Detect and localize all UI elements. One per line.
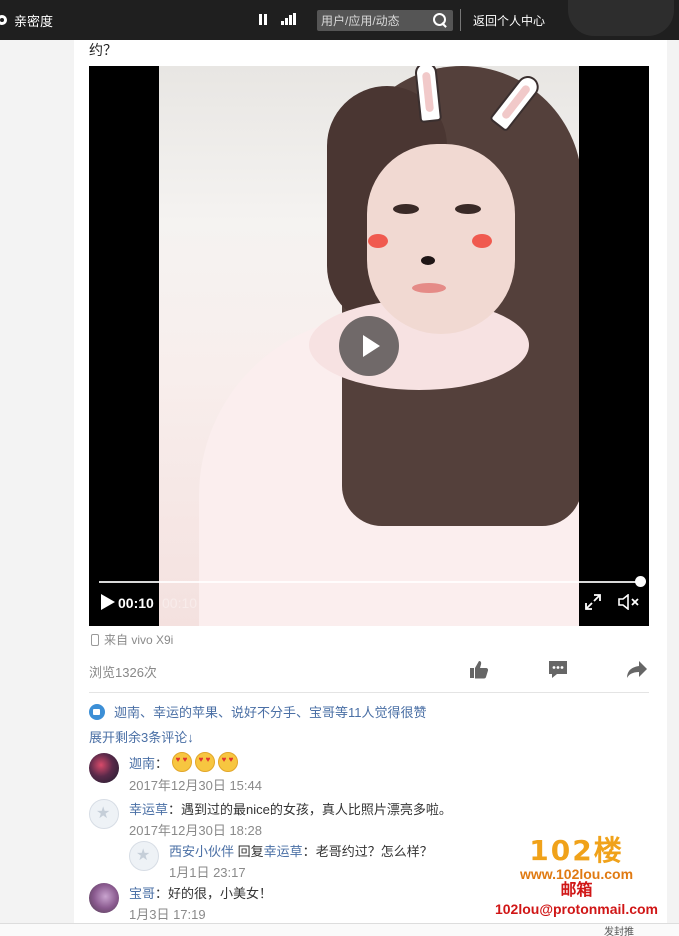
top-navigation-bar: 亲密度 返回个人中心 [0,0,679,40]
likes-text[interactable]: 迦南、幸运的苹果、说好不分手、宝哥等11人觉得很赞 [114,702,427,721]
location-pin-icon [0,14,9,27]
avatar[interactable] [89,883,119,913]
topbar-divider [460,9,461,31]
signal-bars-icon[interactable] [281,13,297,25]
user-avatar-area[interactable] [568,0,674,36]
comment-time: 1月3日 17:19 [129,907,206,922]
post-card: 约？ 00:10 00:10 来自 vivo X9i 浏览1326次 迦南、幸运… [74,40,667,936]
watermark-logo: 102楼 [529,834,624,867]
avatar[interactable] [129,841,159,871]
commenter-name[interactable]: 幸运草 [129,802,168,817]
share-icon[interactable] [626,660,648,679]
intimacy-menu[interactable]: 亲密度 [0,11,53,30]
watermark-url: www.102lou.com [519,866,634,882]
divider [89,692,649,693]
intimacy-label: 亲密度 [14,14,54,29]
mute-icon[interactable] [618,594,640,610]
commenter-name[interactable]: 迦南 [129,756,155,771]
avatar[interactable] [89,753,119,783]
expand-comments-link[interactable]: 展开剩余3条评论↓ [89,727,194,746]
commenter-name[interactable]: 宝哥 [129,886,155,901]
heart-eyes-emoji-icon [217,752,238,772]
total-time: 00:10 [162,595,198,611]
thumbs-up-badge-icon [89,703,105,720]
search-box [317,10,453,31]
watermark-mail-title: 邮箱 [560,882,593,899]
comment-time: 2017年12月30日 18:28 [129,823,262,838]
post-text: 约？ [89,42,117,58]
comment-text: 好的很，小美女！ [168,886,273,901]
site-watermark: 102楼 www.102lou.com 邮箱 102lou@protonmail… [474,836,679,926]
comment-time: 2017年12月30日 15:44 [129,778,262,793]
video-progress-bar[interactable] [99,576,646,587]
comment-text: 遇到过的最nice的女孩，真人比照片漂亮多啦。 [181,802,452,817]
current-time: 00:10 [118,595,154,611]
device-source: 来自 vivo X9i [91,631,173,648]
likes-summary: 迦南、幸运的苹果、说好不分手、宝哥等11人觉得很赞 [89,702,427,721]
comment-time: 1月1日 23:17 [169,865,246,880]
search-input[interactable] [317,10,429,31]
comment-text: 老哥约过？怎么样？ [315,844,433,859]
reply-target-name[interactable]: 幸运草 [264,844,303,859]
device-label: 来自 vivo X9i [104,633,174,647]
watermark-mail: 102lou@protonmail.com [494,901,658,917]
avatar[interactable] [89,799,119,829]
heart-eyes-emoji-icon [194,752,215,772]
play-icon[interactable] [101,594,115,610]
pause-icon[interactable] [259,14,268,25]
search-icon[interactable] [433,13,448,28]
play-button-large[interactable] [339,316,399,376]
progress-knob[interactable] [635,576,646,587]
view-count: 浏览1326次 [89,665,157,680]
phone-icon [91,633,99,646]
fullscreen-icon[interactable] [585,594,601,610]
commenter-name[interactable]: 西安小伙伴 [169,844,234,859]
heart-eyes-emoji-icon [171,752,192,772]
like-icon[interactable] [469,660,489,679]
return-personal-center-link[interactable]: 返回个人中心 [473,12,545,29]
comment-icon[interactable] [548,660,568,679]
video-player[interactable]: 00:10 00:10 [89,66,649,626]
